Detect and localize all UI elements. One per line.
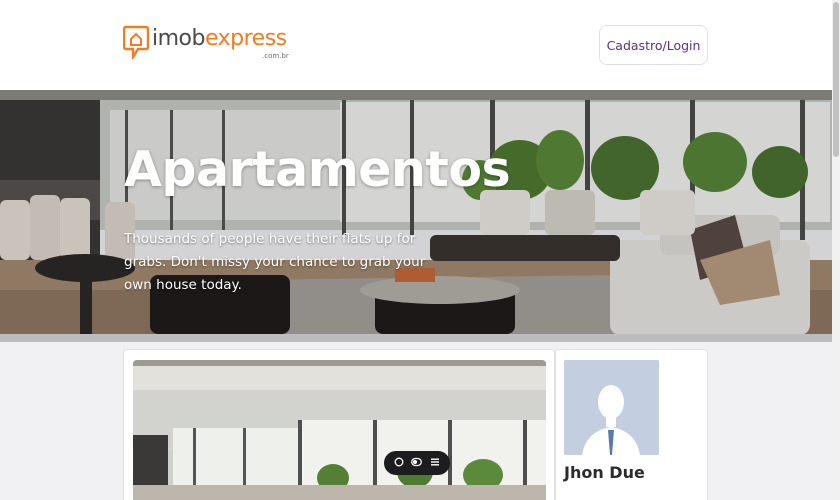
login-button[interactable]: Cadastro/Login — [599, 25, 708, 65]
hero-subtitle: Thousands of people have their flats up … — [124, 231, 426, 293]
agent-name: Jhon Due — [564, 463, 645, 482]
logo-wordmark: imobexpress — [152, 25, 287, 53]
listing-photo[interactable] — [133, 360, 546, 500]
hero-title: Apartamentos — [124, 141, 511, 198]
logo-text-part2: express — [204, 26, 287, 51]
photo-toolbar[interactable] — [384, 451, 450, 475]
logo-domain: .com.br — [262, 52, 289, 60]
logo-text-part1: imob — [152, 26, 205, 51]
menu-icon[interactable] — [430, 457, 440, 470]
hero-banner: Apartamentos Thousands of people have th… — [0, 90, 832, 334]
user-silhouette-icon — [564, 360, 659, 455]
page: imobexpress .com.br Cadastro/Login Apart… — [0, 0, 840, 500]
scrollbar-thumb[interactable] — [833, 2, 839, 157]
hero-background-image — [0, 90, 832, 334]
toggle-icon[interactable] — [411, 457, 423, 470]
hero-divider — [0, 334, 832, 342]
agent-avatar — [564, 360, 659, 455]
site-header: imobexpress .com.br Cadastro/Login — [0, 0, 832, 90]
site-logo[interactable]: imobexpress .com.br — [123, 23, 303, 63]
listing-image — [133, 360, 546, 500]
chat-icon[interactable] — [394, 457, 404, 470]
house-pin-icon — [123, 25, 149, 59]
